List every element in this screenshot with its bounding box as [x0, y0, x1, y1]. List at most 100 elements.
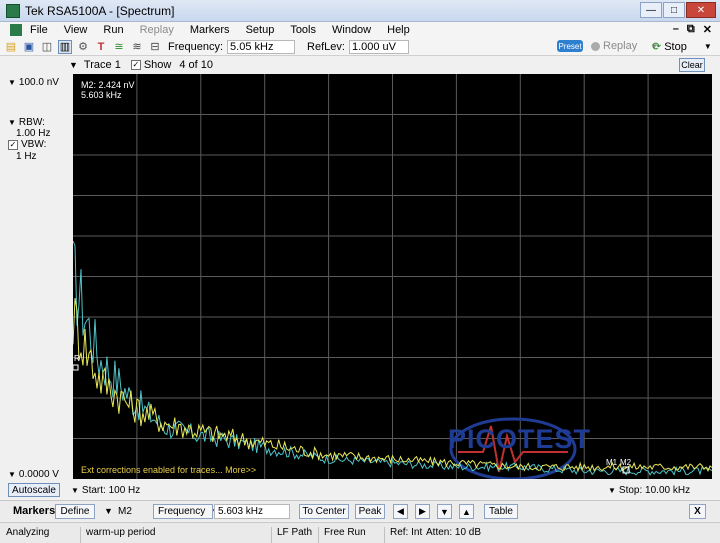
markers-title: Markers [13, 505, 56, 517]
spectrum-plot[interactable]: M1 M2 R M2: 2.424 nV 5.603 kHz Ext correct… [73, 74, 712, 479]
menu-tools[interactable]: Tools [290, 24, 316, 36]
marker-m2-tag[interactable]: M2 [620, 458, 632, 467]
peak-up-icon[interactable]: ▲ [459, 504, 474, 519]
rbw-label: RBW: [18, 117, 45, 128]
close-markers-button[interactable]: X [689, 504, 706, 519]
menu-run[interactable]: Run [103, 24, 123, 36]
marker-select-arrow-icon[interactable]: ▼ [104, 506, 113, 516]
vbw-value[interactable]: 1 Hz [16, 151, 37, 162]
run-stop-icon: ⟳ [652, 41, 662, 53]
marker-m1-tag[interactable]: M1 [606, 458, 618, 467]
frequency-label: Frequency: [168, 40, 224, 53]
doc-minimize-icon[interactable]: – [673, 23, 679, 36]
trace-select[interactable]: Trace 1 [84, 59, 121, 71]
vbw-checkbox[interactable]: ✓ [8, 140, 18, 150]
status-atten: Atten: 10 dB [426, 527, 482, 538]
menu-markers[interactable]: Markers [190, 24, 230, 36]
menu-file[interactable]: File [30, 24, 48, 36]
replay-button[interactable]: Replay ▼ [591, 40, 658, 52]
define-button[interactable]: Define [55, 504, 95, 519]
marker-readout-frequency: 5.603 kHz [81, 90, 122, 100]
document-icon[interactable] [10, 24, 22, 36]
marker-readout: M2: 2.424 nV 5.603 kHz [81, 80, 135, 100]
replay-label: Replay [603, 40, 638, 52]
stop-button[interactable]: ⟳ Stop ▼ [652, 40, 712, 54]
frequency-field[interactable]: 5.05 kHz [227, 39, 296, 54]
bottom-level-adjust-icon[interactable]: ▼ [8, 470, 16, 479]
show-label: Show [143, 59, 172, 71]
marker-value-field[interactable]: 5.603 kHz [214, 504, 290, 519]
menu-setup[interactable]: Setup [246, 24, 275, 36]
peak-down-icon[interactable]: ▼ [437, 504, 452, 519]
vbw-row: ✓ VBW: [8, 139, 46, 150]
start-frequency[interactable]: ▼ Start: 100 Hz [71, 485, 140, 496]
marker-select[interactable]: M2 [118, 506, 132, 517]
reference-marker-box[interactable] [73, 364, 79, 371]
status-divider [271, 527, 272, 543]
ref-level-value: 100.0 nV [18, 77, 59, 88]
title-bar: Tek RSA5100A - [Spectrum] — □ ✕ [0, 0, 720, 22]
close-icon[interactable]: ✕ [686, 2, 716, 18]
print-icon[interactable]: ◫ [40, 40, 54, 54]
status-ref: Ref: Int [390, 527, 423, 538]
left-panel: ▼ 100.0 nV ▼ RBW: 1.00 Hz ✓ VBW: 1 Hz ▼ 0.00… [0, 73, 72, 497]
trace-count: 4 of 10 [179, 59, 213, 71]
show-checkbox[interactable]: ✓ [130, 60, 141, 70]
displays-icon[interactable]: ▥ [58, 39, 72, 54]
analysis-icon[interactable]: ≋ [130, 40, 144, 54]
autoscale-button[interactable]: Autoscale [8, 483, 60, 497]
stop-dropdown-icon[interactable]: ▼ [704, 42, 712, 51]
trace-controls: ▼ Trace 1 ✓ Show 4 of 10 Clear [0, 57, 720, 73]
ref-level-row[interactable]: ▼ 100.0 nV [8, 77, 59, 88]
peak-right-icon[interactable]: ▶ [415, 504, 430, 519]
clear-button[interactable]: Clear [679, 58, 705, 72]
marker-readout-amplitude: M2: 2.424 nV [81, 80, 135, 90]
peak-button[interactable]: Peak [355, 504, 385, 519]
status-state: Analyzing [6, 527, 50, 538]
doc-close-icon[interactable]: ✕ [703, 23, 712, 36]
menu-replay[interactable]: Replay [140, 24, 174, 36]
app-icon [6, 3, 20, 18]
menu-window[interactable]: Window [332, 24, 371, 36]
to-center-button[interactable]: To Center [299, 504, 349, 519]
toolbar: ▤ ▣ ◫ ▥ ⚙ T ≅ ≋ ⊟ Frequency: 5.05 kHz Re… [0, 38, 720, 56]
menu-help[interactable]: Help [387, 24, 410, 36]
reflev-field[interactable]: 1.000 uV [348, 39, 409, 54]
ref-level-adjust-icon[interactable]: ▼ [8, 78, 16, 87]
trigger-icon[interactable]: T [94, 40, 108, 54]
spectrum-graph[interactable]: M1 M2 R [73, 74, 712, 479]
rbw-value[interactable]: 1.00 Hz [16, 128, 50, 139]
status-bar: Analyzing warm-up period LF Path Free Ru… [0, 522, 720, 543]
amplitude-icon[interactable]: ⊟ [148, 40, 162, 54]
doc-restore-icon[interactable]: ⧉ [687, 23, 695, 36]
picotest-watermark: PICOTEST [448, 424, 592, 454]
menu-view[interactable]: View [64, 24, 88, 36]
rbw-row: ▼ RBW: [8, 117, 45, 128]
start-adjust-icon[interactable]: ▼ [71, 486, 79, 495]
status-message: warm-up period [86, 527, 156, 538]
save-icon[interactable]: ▣ [22, 40, 36, 54]
status-divider [318, 527, 319, 543]
peak-left-icon[interactable]: ◀ [393, 504, 408, 519]
table-button[interactable]: Table [484, 504, 518, 519]
vbw-label: VBW: [21, 139, 47, 150]
reference-marker-tag[interactable]: R [74, 354, 80, 363]
acquire-icon[interactable]: ≅ [112, 40, 126, 54]
stop-adjust-icon[interactable]: ▼ [608, 486, 616, 495]
preset-button[interactable]: Preset [557, 40, 583, 52]
trace-dropdown-icon[interactable]: ▼ [69, 60, 78, 70]
measure-select[interactable]: Frequency ▼ [153, 504, 219, 519]
window-title: Tek RSA5100A - [Spectrum] [25, 3, 175, 18]
bottom-level-value: 0.0000 V [18, 469, 59, 480]
stop-frequency[interactable]: ▼ Stop: 10.00 kHz [608, 485, 690, 496]
ext-corrections-message[interactable]: Ext corrections enabled for traces... Mo… [81, 465, 256, 475]
menu-bar: File View Run Replay Markers Setup Tools… [0, 22, 720, 38]
open-folder-icon[interactable]: ▤ [4, 40, 18, 54]
status-divider [80, 527, 81, 543]
bottom-level-row[interactable]: ▼ 0.0000 V [8, 469, 59, 480]
rbw-adjust-icon[interactable]: ▼ [8, 118, 16, 127]
restore-icon[interactable]: □ [663, 2, 685, 18]
window-controls: — □ ✕ [640, 2, 716, 18]
settings-gear-icon[interactable]: ⚙ [76, 40, 90, 54]
minimize-icon[interactable]: — [640, 2, 662, 18]
